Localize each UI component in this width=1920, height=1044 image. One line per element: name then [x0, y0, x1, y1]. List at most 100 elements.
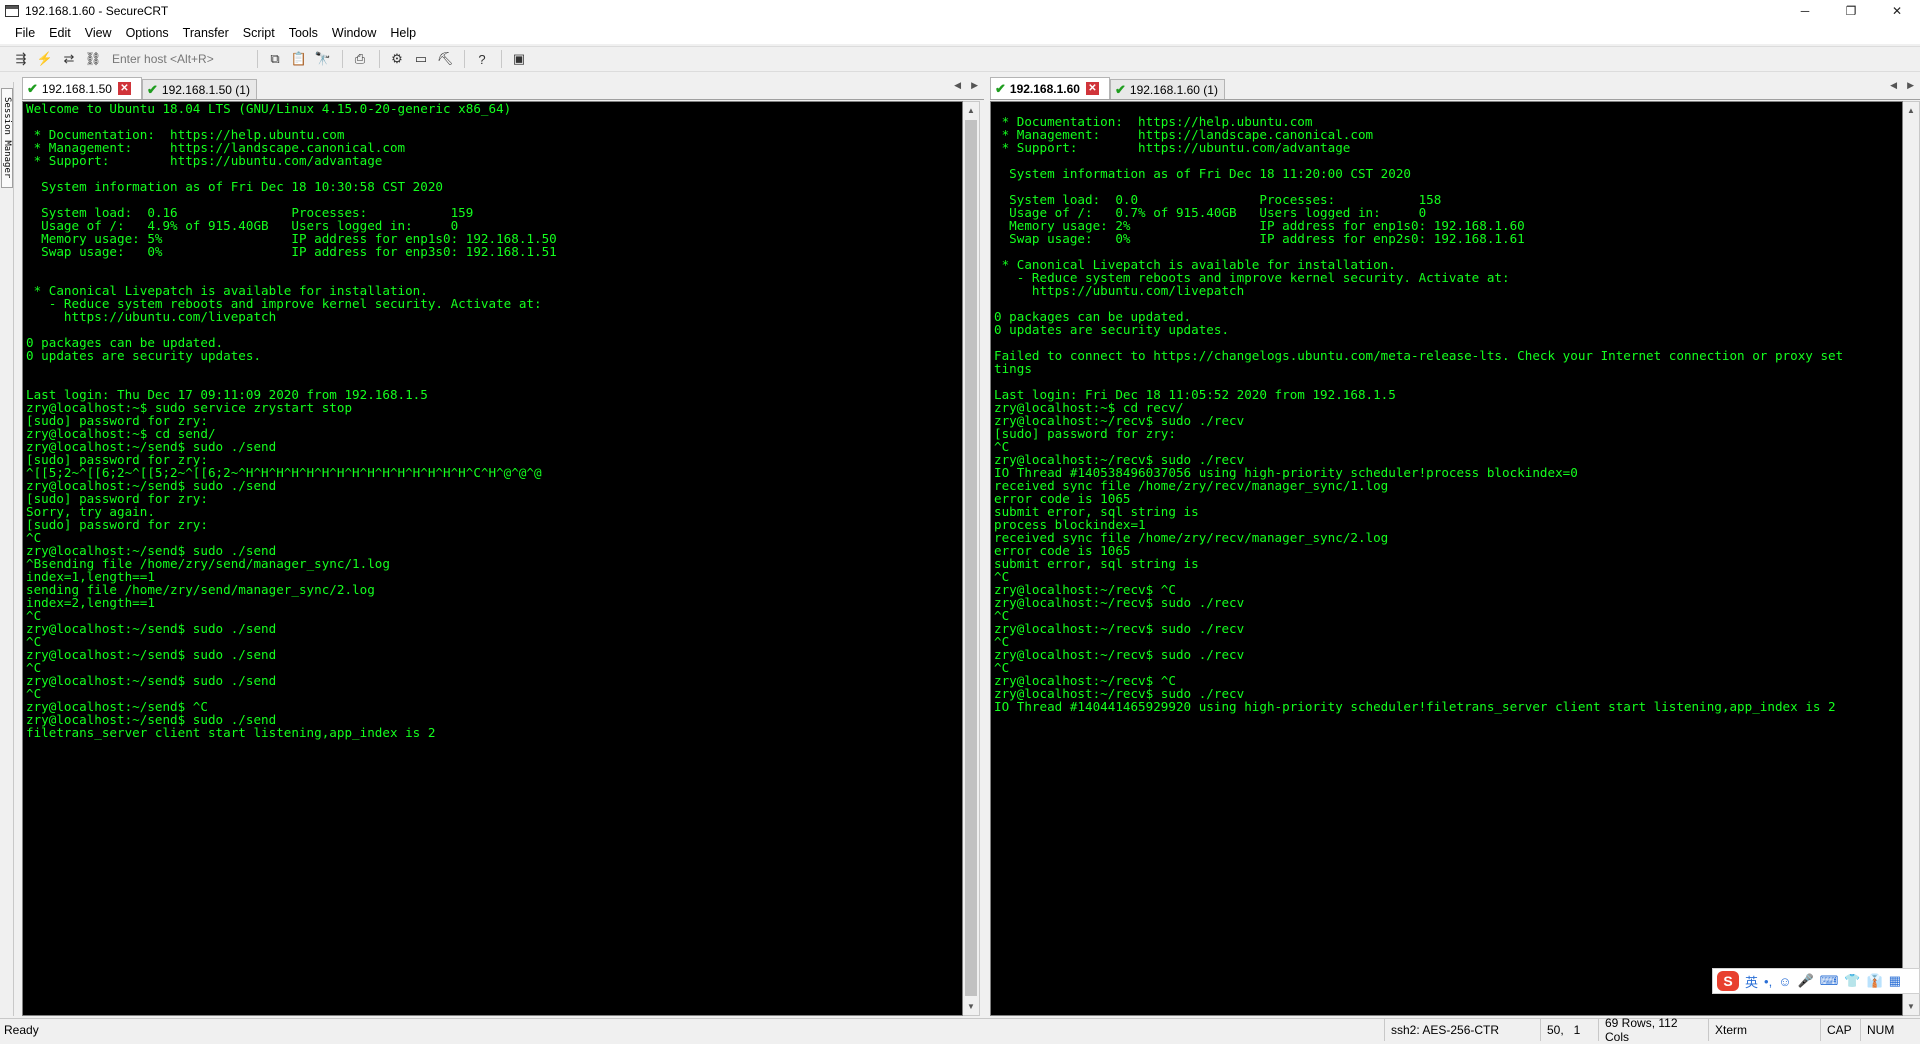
- tab-192-168-1-60[interactable]: ✔ 192.168.1.60 ✕: [990, 77, 1110, 99]
- restore-button[interactable]: ❐: [1828, 0, 1874, 22]
- terminal-output[interactable]: * Documentation: https://help.ubuntu.com…: [990, 101, 1903, 1016]
- ime-tools-icon[interactable]: 👔: [1867, 973, 1883, 989]
- paste-icon[interactable]: 📋: [288, 49, 310, 69]
- copy-icon[interactable]: ⧉: [264, 49, 286, 69]
- terminal-scrollbar[interactable]: ▲ ▼: [1903, 101, 1920, 1016]
- toolbar-separator: [342, 50, 343, 68]
- scroll-up-icon[interactable]: ▲: [963, 102, 979, 119]
- terminal-line: https://ubuntu.com/livepatch: [26, 309, 277, 324]
- terminal-line: ^Bsending file /home/zry/send/manager_sy…: [26, 556, 390, 571]
- reconnect-icon[interactable]: ⇄: [58, 49, 80, 69]
- status-bar: Ready ssh2: AES-256-CTR 50, 1 69 Rows, 1…: [0, 1016, 1920, 1044]
- left-tab-bar: ✔ 192.168.1.50 ✕ ✔ 192.168.1.50 (1) ◀ ▶: [22, 76, 984, 100]
- status-cursor-position: 50, 1: [1540, 1018, 1598, 1041]
- tab-nav: ◀ ▶: [954, 80, 978, 91]
- ime-punctuation-icon[interactable]: •,: [1764, 974, 1772, 989]
- ime-emoji-icon[interactable]: ☺: [1778, 974, 1791, 989]
- status-ready: Ready: [4, 1022, 39, 1037]
- connected-check-icon: ✔: [146, 81, 158, 97]
- menu-script[interactable]: Script: [236, 26, 282, 40]
- terminal-line: 0 updates are security updates.: [26, 348, 262, 363]
- quick-connect-icon[interactable]: ⚡: [34, 49, 56, 69]
- securecrt-app-icon[interactable]: [5, 5, 19, 17]
- tab-192-168-1-60-1[interactable]: ✔ 192.168.1.60 (1): [1109, 79, 1225, 99]
- scroll-up-icon[interactable]: ▲: [1903, 102, 1919, 119]
- minimize-button[interactable]: ─: [1782, 0, 1828, 22]
- connected-check-icon: ✔: [995, 80, 1006, 96]
- terminal-line: zry@localhost:~/recv$ sudo ./recv: [994, 621, 1245, 636]
- ime-menu-icon[interactable]: ▦: [1889, 973, 1901, 989]
- toolbar-separator: [257, 50, 258, 68]
- session-options-icon[interactable]: ▭: [410, 49, 432, 69]
- ime-keyboard-icon[interactable]: ⌨: [1820, 973, 1839, 989]
- menu-transfer[interactable]: Transfer: [176, 26, 236, 40]
- terminal-line: zry@localhost:~/send$ sudo ./send: [26, 673, 277, 688]
- menu-window[interactable]: Window: [325, 26, 383, 40]
- terminal-line: * Support: https://ubuntu.com/advantage: [26, 153, 383, 168]
- window-title: 192.168.1.60 - SecureCRT: [25, 4, 169, 18]
- menu-help[interactable]: Help: [383, 26, 423, 40]
- terminal-line: zry@localhost:~/send$ sudo ./send: [26, 647, 277, 662]
- terminal-scrollbar[interactable]: ▲ ▼: [963, 101, 980, 1016]
- terminal-line: Swap usage: 0% IP address for enp3s0: 19…: [26, 244, 557, 259]
- tab-prev-icon[interactable]: ◀: [1890, 80, 1897, 91]
- toolbar-separator: [379, 50, 380, 68]
- close-tab-icon[interactable]: ✕: [117, 82, 131, 95]
- ime-language-toggle[interactable]: 英: [1745, 972, 1758, 991]
- scroll-down-icon[interactable]: ▼: [963, 998, 979, 1015]
- menu-tools[interactable]: Tools: [282, 26, 325, 40]
- ime-skin-icon[interactable]: 👕: [1844, 973, 1860, 989]
- terminal-line: Failed to connect to https://changelogs.…: [994, 348, 1844, 363]
- session-manager-strip: Session Manager: [0, 82, 14, 1016]
- scroll-down-icon[interactable]: ▼: [1903, 998, 1919, 1015]
- connected-check-icon: ✔: [27, 80, 38, 96]
- find-icon[interactable]: 🔭: [312, 49, 334, 69]
- enter-host-field[interactable]: Enter host <Alt+R>: [106, 52, 251, 66]
- title-bar: 192.168.1.60 - SecureCRT ─ ❐ ✕: [0, 0, 1920, 22]
- terminal-line: filetrans_server client start listening,…: [26, 725, 436, 740]
- help-icon[interactable]: ?: [471, 49, 493, 69]
- terminal-line: [sudo] password for zry:: [26, 491, 208, 506]
- toolbar-separator: [464, 50, 465, 68]
- right-tab-bar: ✔ 192.168.1.60 ✕ ✔ 192.168.1.60 (1) ◀ ▶: [990, 76, 1920, 100]
- status-terminal-type: Xterm: [1708, 1018, 1820, 1041]
- sogou-logo-icon[interactable]: S: [1717, 971, 1739, 991]
- ime-voice-icon[interactable]: 🎤: [1797, 973, 1813, 989]
- print-icon[interactable]: ⎙: [349, 49, 371, 69]
- toolbar: ⇶ ⚡ ⇄ ⛓ Enter host <Alt+R> ⧉ 📋 🔭 ⎙ ⚙ ▭ ⛏…: [0, 46, 1920, 72]
- terminal-output[interactable]: Welcome to Ubuntu 18.04 LTS (GNU/Linux 4…: [22, 101, 963, 1016]
- terminal-line: 0 updates are security updates.: [994, 322, 1230, 337]
- menu-options[interactable]: Options: [119, 26, 176, 40]
- tab-prev-icon[interactable]: ◀: [954, 80, 961, 91]
- connected-check-icon: ✔: [1114, 81, 1126, 97]
- session-manager-tab[interactable]: Session Manager: [1, 88, 13, 188]
- menu-bar: File Edit View Options Transfer Script T…: [0, 22, 1920, 44]
- window-controls: ─ ❐ ✕: [1782, 0, 1920, 22]
- tab-next-icon[interactable]: ▶: [1907, 80, 1914, 91]
- menu-edit[interactable]: Edit: [42, 26, 78, 40]
- sftp-icon[interactable]: ▣: [508, 49, 530, 69]
- tab-192-168-1-50[interactable]: ✔ 192.168.1.50 ✕: [22, 77, 142, 99]
- terminal-line: zry@localhost:~/recv$ sudo ./recv: [994, 595, 1245, 610]
- terminal-line: https://ubuntu.com/livepatch: [994, 283, 1245, 298]
- menu-file[interactable]: File: [8, 26, 42, 40]
- tab-next-icon[interactable]: ▶: [971, 80, 978, 91]
- left-session-pane: ✔ 192.168.1.50 ✕ ✔ 192.168.1.50 (1) ◀ ▶ …: [22, 76, 984, 1016]
- tab-label: 192.168.1.50: [41, 81, 112, 96]
- tab-nav: ◀ ▶: [1890, 80, 1914, 91]
- close-button[interactable]: ✕: [1874, 0, 1920, 22]
- terminal-line: * Support: https://ubuntu.com/advantage: [994, 140, 1351, 155]
- status-caps-lock: CAP: [1820, 1018, 1860, 1041]
- terminal-line: zry@localhost:~/recv$ sudo ./recv: [994, 647, 1245, 662]
- menu-view[interactable]: View: [78, 26, 119, 40]
- settings-icon[interactable]: ⚙: [386, 49, 408, 69]
- disconnect-icon[interactable]: ⛓: [82, 49, 104, 69]
- keymap-icon[interactable]: ⛏: [434, 49, 456, 69]
- close-tab-icon[interactable]: ✕: [1085, 82, 1099, 95]
- tab-192-168-1-50-1[interactable]: ✔ 192.168.1.50 (1): [141, 79, 257, 99]
- terminal-line: Welcome to Ubuntu 18.04 LTS (GNU/Linux 4…: [26, 101, 512, 116]
- terminal-line: sending file /home/zry/send/manager_sync…: [26, 582, 375, 597]
- connect-icon[interactable]: ⇶: [10, 49, 32, 69]
- scrollbar-thumb[interactable]: [965, 120, 977, 996]
